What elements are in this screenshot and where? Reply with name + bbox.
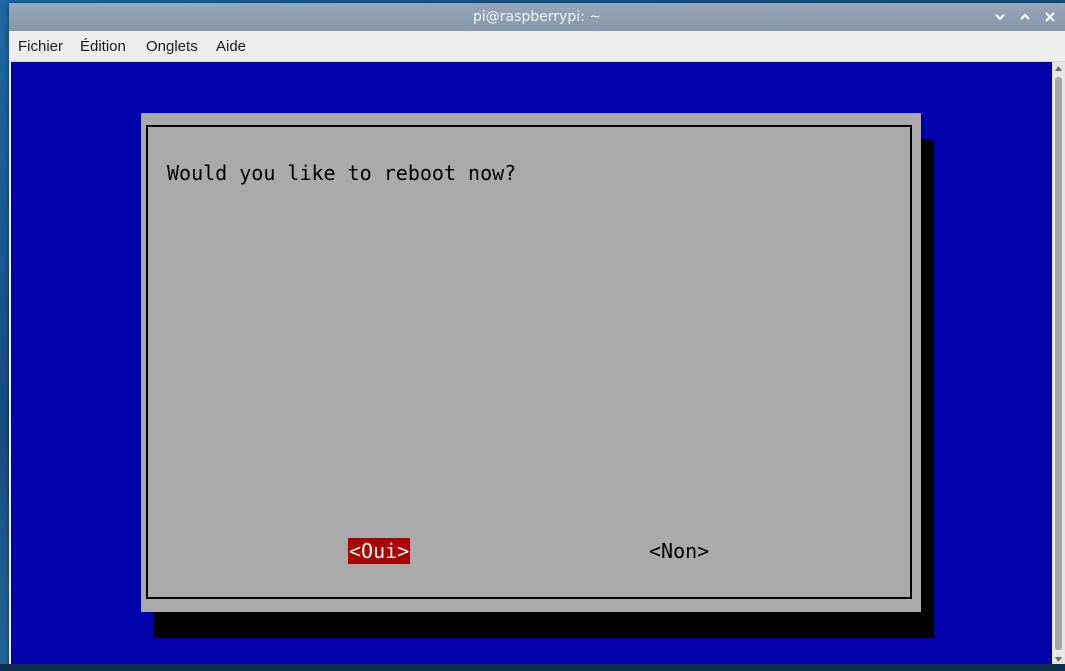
reboot-dialog: Would you like to reboot now? <Oui> <Non… [141, 113, 921, 612]
dialog-frame [146, 125, 912, 599]
desktop-bottom-edge [0, 664, 1065, 671]
close-icon [1045, 12, 1055, 22]
menu-aide[interactable]: Aide [216, 38, 246, 55]
scroll-up-arrow-icon[interactable] [1052, 62, 1065, 74]
chevron-up-icon [1020, 13, 1030, 21]
menu-onglets[interactable]: Onglets [146, 38, 198, 55]
menu-edition[interactable]: Édition [80, 38, 126, 55]
title-bar[interactable]: pi@raspberrypi: ~ [9, 3, 1065, 31]
window-title: pi@raspberrypi: ~ [472, 9, 602, 25]
terminal-window: pi@raspberrypi: ~ Fichier Édition Onglet… [9, 3, 1065, 667]
menu-bar: Fichier Édition Onglets Aide [9, 31, 1065, 62]
maximize-button[interactable] [1016, 7, 1034, 27]
menu-fichier[interactable]: Fichier [18, 38, 63, 55]
terminal-screen[interactable]: Would you like to reboot now? <Oui> <Non… [11, 62, 1052, 665]
yes-button[interactable]: <Oui> [348, 538, 411, 564]
scroll-thumb[interactable] [1055, 77, 1062, 650]
vertical-scrollbar[interactable] [1052, 62, 1065, 665]
minimize-button[interactable] [991, 7, 1009, 27]
chevron-down-icon [995, 13, 1005, 21]
dialog-prompt: Would you like to reboot now? [167, 161, 517, 185]
close-button[interactable] [1041, 7, 1059, 27]
no-button[interactable]: <Non> [648, 538, 710, 564]
